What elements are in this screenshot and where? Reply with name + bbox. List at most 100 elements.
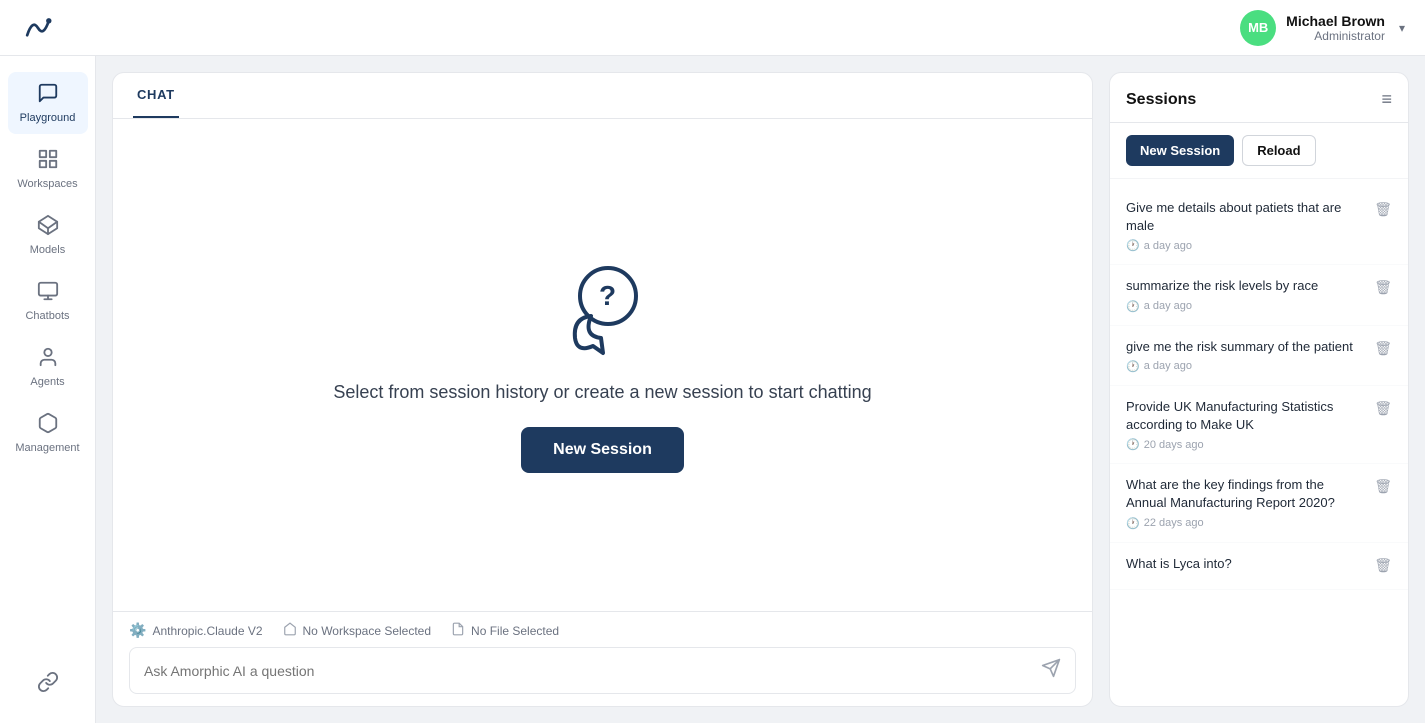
sidebar-item-label-chatbots: Chatbots xyxy=(25,310,69,322)
file-meta: No File Selected xyxy=(451,622,559,639)
user-info: Michael Brown Administrator xyxy=(1286,13,1385,43)
sessions-panel: Sessions ≡ New Session Reload Give me de… xyxy=(1109,72,1409,707)
sidebar-item-label-workspaces: Workspaces xyxy=(17,178,77,190)
menu-icon[interactable]: ≡ xyxy=(1381,89,1392,110)
sidebar-item-link[interactable] xyxy=(8,661,88,707)
logo xyxy=(20,10,56,46)
session-content: give me the risk summary of the patient … xyxy=(1126,338,1366,373)
chat-panel: CHAT ? Select from session history or cr… xyxy=(112,72,1093,707)
session-text: Provide UK Manufacturing Statistics acco… xyxy=(1126,398,1366,434)
file-label: No File Selected xyxy=(471,624,559,638)
file-icon xyxy=(451,622,465,639)
svg-text:?: ? xyxy=(599,280,616,311)
sidebar-item-label-playground: Playground xyxy=(20,112,76,124)
sidebar-item-label-models: Models xyxy=(30,244,65,256)
list-item[interactable]: Provide UK Manufacturing Statistics acco… xyxy=(1110,386,1408,464)
session-content: summarize the risk levels by race 🕐 a da… xyxy=(1126,277,1366,312)
list-item[interactable]: summarize the risk levels by race 🕐 a da… xyxy=(1110,265,1408,325)
session-text: What are the key findings from the Annua… xyxy=(1126,476,1366,512)
sidebar-item-workspaces[interactable]: Workspaces xyxy=(8,138,88,200)
app-header: MB Michael Brown Administrator ▾ xyxy=(0,0,1425,56)
sidebar-item-label-agents: Agents xyxy=(30,376,64,388)
sessions-actions: New Session Reload xyxy=(1110,123,1408,179)
session-content: What are the key findings from the Annua… xyxy=(1126,476,1366,529)
sidebar-item-agents[interactable]: Agents xyxy=(8,336,88,398)
chat-input-wrapper xyxy=(129,647,1076,694)
delete-icon[interactable]: 🗑 xyxy=(1374,279,1392,296)
list-item[interactable]: Give me details about patiets that are m… xyxy=(1110,187,1408,265)
chat-input[interactable] xyxy=(144,663,1041,679)
session-text: What is Lyca into? xyxy=(1126,555,1366,573)
user-role: Administrator xyxy=(1286,29,1385,43)
session-time: 🕐 a day ago xyxy=(1126,360,1366,373)
session-time: 🕐 a day ago xyxy=(1126,300,1366,313)
list-item[interactable]: give me the risk summary of the patient … xyxy=(1110,326,1408,386)
link-icon xyxy=(37,671,59,697)
avatar: MB xyxy=(1240,10,1276,46)
sidebar: Playground Workspaces Models xyxy=(0,56,96,723)
chat-prompt-text: Select from session history or create a … xyxy=(333,382,871,403)
delete-icon[interactable]: 🗑 xyxy=(1374,340,1392,357)
send-button[interactable] xyxy=(1041,658,1061,683)
gear-icon: ⚙️ xyxy=(129,622,146,639)
user-name: Michael Brown xyxy=(1286,13,1385,29)
list-item[interactable]: What are the key findings from the Annua… xyxy=(1110,464,1408,542)
clock-icon: 🕐 xyxy=(1126,438,1140,451)
tab-chat[interactable]: CHAT xyxy=(133,73,179,118)
session-time: 🕐 20 days ago xyxy=(1126,438,1366,451)
session-time: 🕐 a day ago xyxy=(1126,239,1366,252)
delete-icon[interactable]: 🗑 xyxy=(1374,478,1392,495)
sidebar-item-models[interactable]: Models xyxy=(8,204,88,266)
sidebar-item-label-management: Management xyxy=(15,442,79,454)
chat-body: ? Select from session history or create … xyxy=(113,119,1092,611)
chevron-down-icon: ▾ xyxy=(1399,21,1405,35)
sessions-list: Give me details about patiets that are m… xyxy=(1110,179,1408,706)
session-text: summarize the risk levels by race xyxy=(1126,277,1366,295)
chat-illustration: ? xyxy=(553,258,653,358)
reload-button[interactable]: Reload xyxy=(1242,135,1315,166)
sidebar-item-chatbots[interactable]: Chatbots xyxy=(8,270,88,332)
playground-icon xyxy=(37,82,59,108)
clock-icon: 🕐 xyxy=(1126,300,1140,313)
chat-tabs: CHAT xyxy=(113,73,1092,119)
session-time-label: 22 days ago xyxy=(1144,517,1204,529)
session-content: Give me details about patiets that are m… xyxy=(1126,199,1366,252)
list-item[interactable]: What is Lyca into? 🗑 xyxy=(1110,543,1408,590)
content-area: CHAT ? Select from session history or cr… xyxy=(96,56,1425,723)
clock-icon: 🕐 xyxy=(1126,239,1140,252)
workspace-label: No Workspace Selected xyxy=(303,624,432,638)
sessions-title: Sessions xyxy=(1126,91,1196,109)
session-time-label: a day ago xyxy=(1144,300,1192,312)
workspace-icon xyxy=(283,622,297,639)
session-text: give me the risk summary of the patient xyxy=(1126,338,1366,356)
management-icon xyxy=(37,412,59,438)
agents-icon xyxy=(37,346,59,372)
model-label: Anthropic.Claude V2 xyxy=(152,624,262,638)
session-time: 🕐 22 days ago xyxy=(1126,517,1366,530)
user-menu[interactable]: MB Michael Brown Administrator ▾ xyxy=(1240,10,1405,46)
clock-icon: 🕐 xyxy=(1126,517,1140,530)
session-content: Provide UK Manufacturing Statistics acco… xyxy=(1126,398,1366,451)
delete-icon[interactable]: 🗑 xyxy=(1374,201,1392,218)
new-session-button-center[interactable]: New Session xyxy=(521,427,684,473)
chat-footer: ⚙️ Anthropic.Claude V2 No Workspace Sele… xyxy=(113,611,1092,706)
main-layout: Playground Workspaces Models xyxy=(0,56,1425,723)
session-time-label: 20 days ago xyxy=(1144,439,1204,451)
chat-footer-meta: ⚙️ Anthropic.Claude V2 No Workspace Sele… xyxy=(129,622,1076,647)
model-meta: ⚙️ Anthropic.Claude V2 xyxy=(129,622,263,639)
session-content: What is Lyca into? xyxy=(1126,555,1366,577)
session-time-label: a day ago xyxy=(1144,360,1192,372)
session-text: Give me details about patiets that are m… xyxy=(1126,199,1366,235)
workspace-meta: No Workspace Selected xyxy=(283,622,432,639)
clock-icon: 🕐 xyxy=(1126,360,1140,373)
sessions-header: Sessions ≡ xyxy=(1110,73,1408,123)
models-icon xyxy=(37,214,59,240)
sidebar-item-playground[interactable]: Playground xyxy=(8,72,88,134)
new-session-button[interactable]: New Session xyxy=(1126,135,1234,166)
delete-icon[interactable]: 🗑 xyxy=(1374,400,1392,417)
delete-icon[interactable]: 🗑 xyxy=(1374,557,1392,574)
logo-icon xyxy=(20,10,56,46)
chatbots-icon xyxy=(37,280,59,306)
sidebar-item-management[interactable]: Management xyxy=(8,402,88,464)
session-time-label: a day ago xyxy=(1144,240,1192,252)
